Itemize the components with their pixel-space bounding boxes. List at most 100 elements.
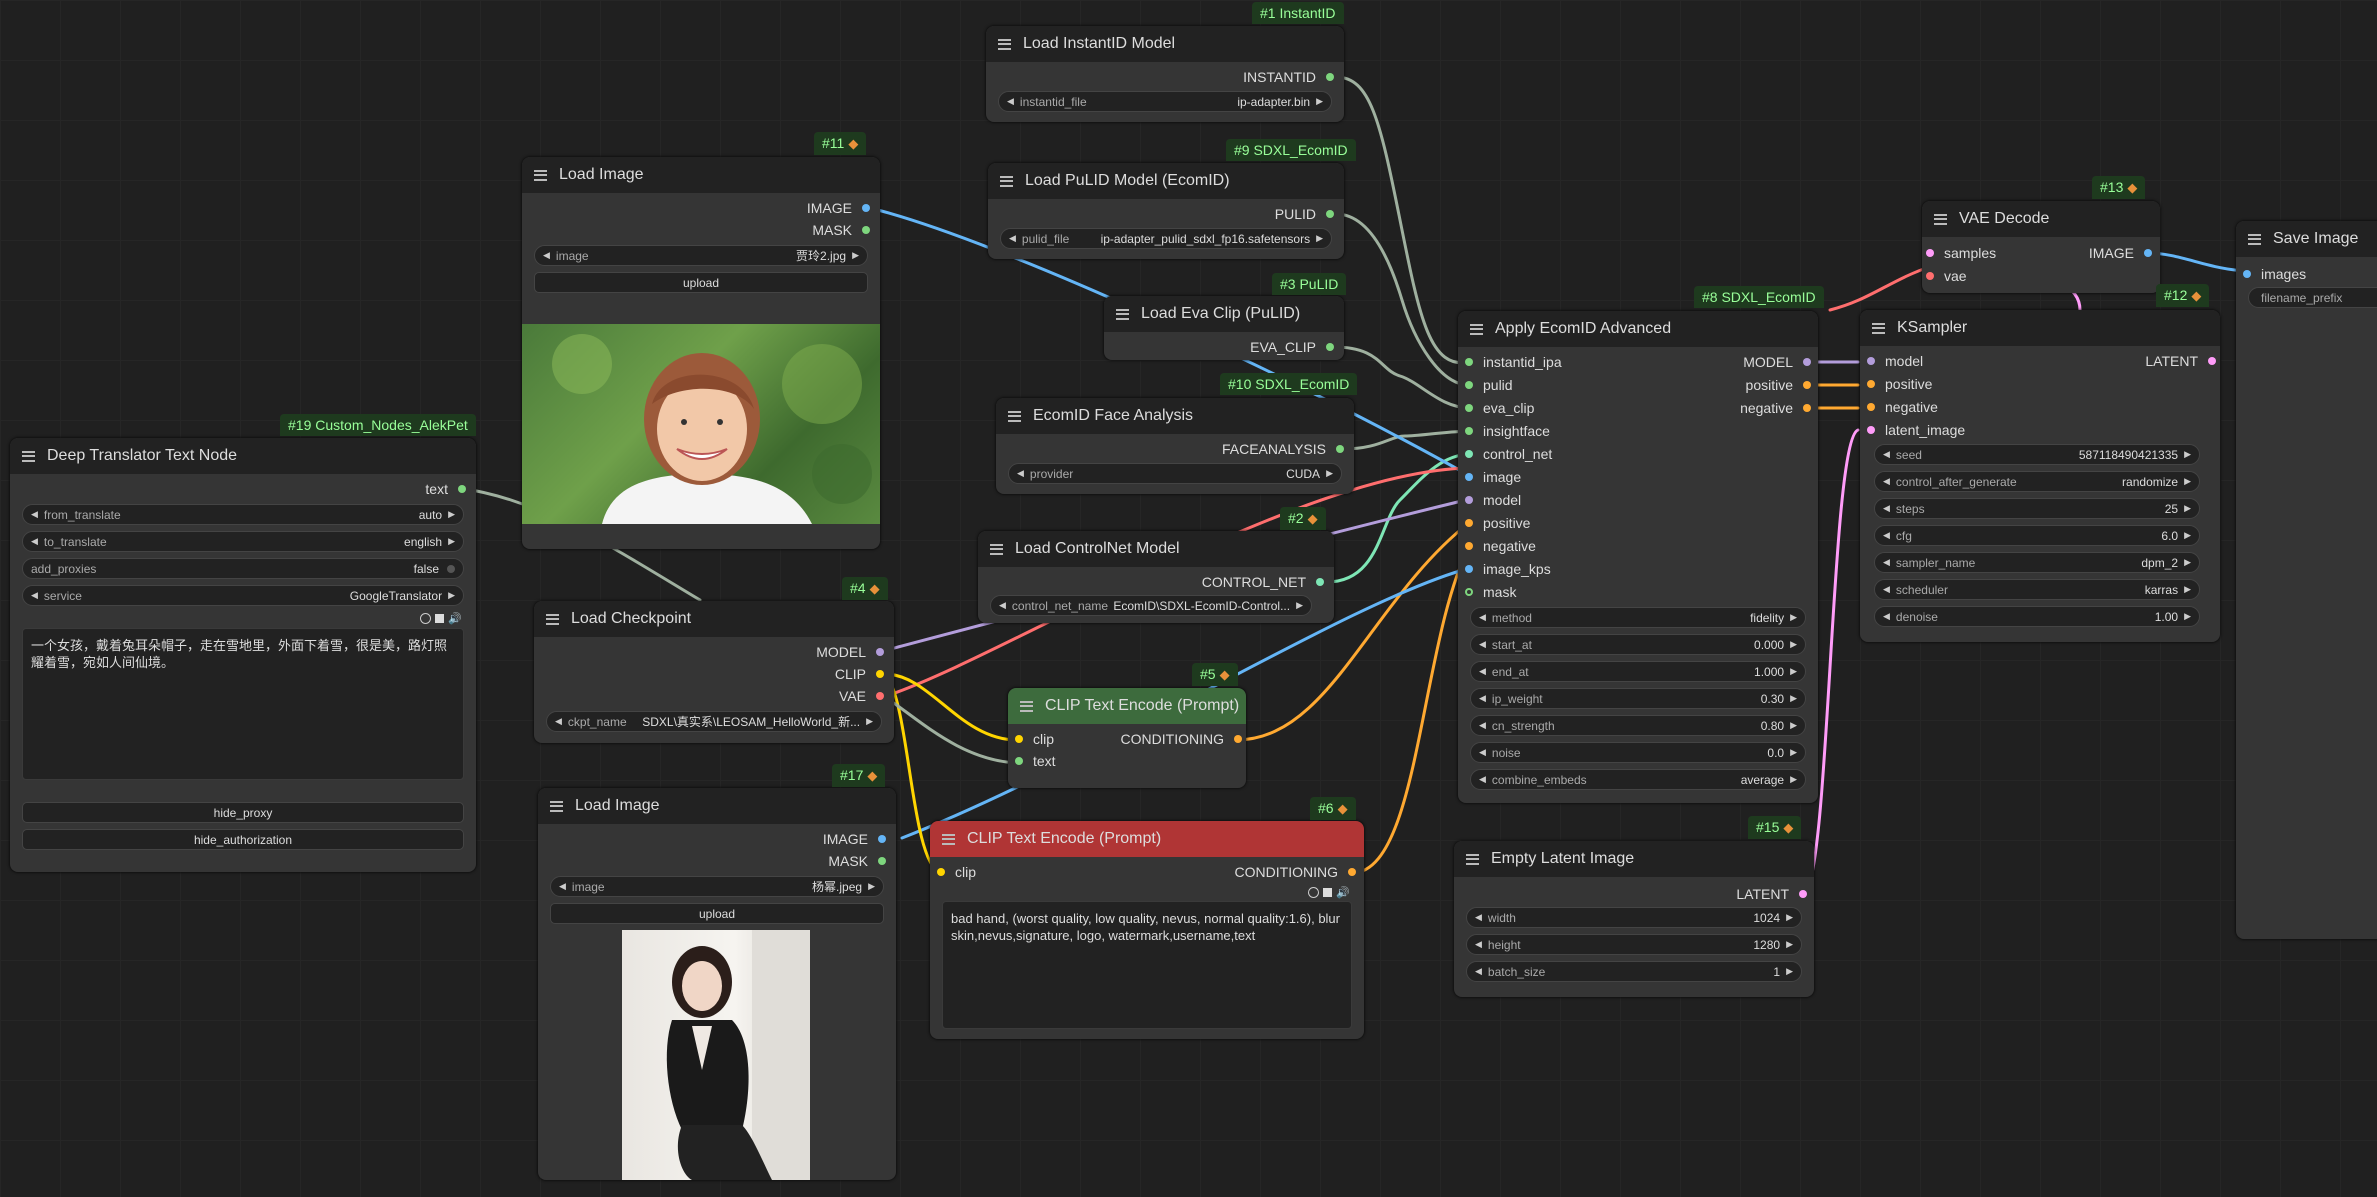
slot-dot[interactable]	[1316, 578, 1324, 586]
arrow-left-icon[interactable]: ◀	[1009, 233, 1016, 244]
menu-icon[interactable]	[22, 450, 35, 462]
node-deep-translator[interactable]: Deep Translator Text Node text ◀ from_tra…	[10, 438, 476, 872]
widget-combine-embeds[interactable]: ◀ combine_embeds average ▶	[1470, 769, 1806, 790]
slot-dot[interactable]	[1803, 404, 1811, 412]
hide-proxy-button[interactable]: hide_proxy	[22, 802, 464, 823]
arrow-left-icon[interactable]: ◀	[1479, 639, 1486, 650]
widget-seed[interactable]: ◀ seed 587118490421335 ▶	[1874, 444, 2200, 465]
arrow-right-icon[interactable]: ▶	[448, 509, 455, 520]
arrow-left-icon[interactable]: ◀	[1475, 912, 1482, 923]
arrow-left-icon[interactable]: ◀	[1017, 468, 1024, 479]
widget-pulid-file[interactable]: ◀ pulid_file ip-adapter_pulid_sdxl_fp16.sa…	[1000, 228, 1332, 249]
menu-icon[interactable]	[998, 38, 1011, 50]
menu-icon[interactable]	[550, 800, 563, 812]
arrow-right-icon[interactable]: ▶	[1316, 233, 1323, 244]
arrow-right-icon[interactable]: ▶	[448, 590, 455, 601]
arrow-left-icon[interactable]: ◀	[1883, 557, 1890, 568]
input-slot-pulid[interactable]: pulid	[1465, 374, 1513, 396]
arrow-right-icon[interactable]: ▶	[852, 250, 859, 261]
menu-icon[interactable]	[1872, 322, 1885, 334]
menu-icon[interactable]	[1020, 700, 1033, 712]
output-slot-text[interactable]: text	[425, 478, 466, 500]
arrow-left-icon[interactable]: ◀	[1479, 747, 1486, 758]
input-slot-control-net[interactable]: control_net	[1465, 443, 1552, 465]
widget-image[interactable]: ◀ image 杨幂.jpeg ▶	[550, 876, 884, 897]
slot-dot[interactable]	[1465, 588, 1473, 596]
input-slot-positive[interactable]: positive	[1867, 373, 1932, 395]
widget-control-after-generate[interactable]: ◀ control_after_generate randomize ▶	[1874, 471, 2200, 492]
widget-filename-prefix[interactable]: filename_prefix	[2248, 287, 2377, 308]
arrow-left-icon[interactable]: ◀	[559, 881, 566, 892]
arrow-right-icon[interactable]: ▶	[2184, 611, 2191, 622]
speaker-icon[interactable]: 🔊	[1336, 886, 1350, 899]
arrow-right-icon[interactable]: ▶	[2184, 530, 2191, 541]
slot-dot[interactable]	[1465, 542, 1473, 550]
upload-button[interactable]: upload	[534, 272, 868, 293]
input-slot-latent-image[interactable]: latent_image	[1867, 419, 1965, 441]
node-header[interactable]: EcomID Face Analysis	[996, 398, 1354, 434]
node-apply-ecomid-advanced[interactable]: Apply EcomID Advanced instantid_ipa puli…	[1458, 311, 1818, 803]
node-header[interactable]: KSampler	[1860, 310, 2220, 346]
output-slot-mask[interactable]: MASK	[812, 219, 870, 241]
widget-width[interactable]: ◀ width 1024 ▶	[1466, 907, 1802, 928]
arrow-right-icon[interactable]: ▶	[1326, 468, 1333, 479]
arrow-right-icon[interactable]: ▶	[1786, 966, 1793, 977]
slot-dot[interactable]	[937, 868, 945, 876]
node-header[interactable]: CLIP Text Encode (Prompt)	[930, 821, 1364, 857]
slot-dot[interactable]	[1465, 381, 1473, 389]
output-slot-image[interactable]: IMAGE	[2089, 242, 2152, 264]
output-slot[interactable]: INSTANTID	[1243, 66, 1334, 88]
widget-ckpt-name[interactable]: ◀ ckpt_name SDXL\真实系\LEOSAM_HelloWorld_新..…	[546, 711, 882, 732]
widget-steps[interactable]: ◀ steps 25 ▶	[1874, 498, 2200, 519]
slot-dot[interactable]	[1326, 343, 1334, 351]
widget-ip-weight[interactable]: ◀ ip_weight 0.30 ▶	[1470, 688, 1806, 709]
slot-dot[interactable]	[2144, 249, 2152, 257]
input-slot-mask[interactable]: mask	[1465, 581, 1516, 603]
arrow-left-icon[interactable]: ◀	[31, 536, 38, 547]
menu-icon[interactable]	[534, 169, 547, 181]
slot-dot[interactable]	[1465, 496, 1473, 504]
slot-dot[interactable]	[2208, 357, 2216, 365]
slot-dot[interactable]	[1465, 450, 1473, 458]
arrow-left-icon[interactable]: ◀	[999, 600, 1006, 611]
node-load-eva-clip[interactable]: Load Eva Clip (PuLID) EVA_CLIP	[1104, 296, 1344, 360]
checkbox-icon[interactable]	[1323, 888, 1333, 897]
widget-control-net-name[interactable]: ◀ control_net_name EcomID\SDXL-EcomID-Cont…	[990, 595, 1312, 616]
widget-to-translate[interactable]: ◀ to_translate english ▶	[22, 531, 464, 552]
arrow-left-icon[interactable]: ◀	[1479, 693, 1486, 704]
menu-icon[interactable]	[1000, 175, 1013, 187]
node-clip-text-encode-negative[interactable]: CLIP Text Encode (Prompt) clip CONDITION…	[930, 821, 1364, 1039]
widget-instantid-file[interactable]: ◀ instantid_file ip-adapter.bin ▶	[998, 91, 1332, 112]
arrow-left-icon[interactable]: ◀	[1883, 503, 1890, 514]
widget-start-at[interactable]: ◀ start_at 0.000 ▶	[1470, 634, 1806, 655]
node-empty-latent-image[interactable]: Empty Latent Image LATENT ◀ width 1024 ▶ ◀ h…	[1454, 841, 1814, 997]
slot-dot[interactable]	[1465, 404, 1473, 412]
prompt-textarea[interactable]: bad hand, (worst quality, low quality, n…	[942, 901, 1352, 1029]
widget-cfg[interactable]: ◀ cfg 6.0 ▶	[1874, 525, 2200, 546]
hide-authorization-button[interactable]: hide_authorization	[22, 829, 464, 850]
arrow-left-icon[interactable]: ◀	[1475, 939, 1482, 950]
output-slot-negative[interactable]: negative	[1740, 397, 1811, 419]
arrow-right-icon[interactable]: ▶	[2184, 503, 2191, 514]
node-header[interactable]: Deep Translator Text Node	[10, 438, 476, 474]
arrow-right-icon[interactable]: ▶	[448, 536, 455, 547]
node-save-image[interactable]: Save Image images filename_prefix	[2236, 221, 2377, 939]
output-slot-model[interactable]: MODEL	[1743, 351, 1811, 373]
slot-dot[interactable]	[1803, 358, 1811, 366]
widget-end-at[interactable]: ◀ end_at 1.000 ▶	[1470, 661, 1806, 682]
arrow-left-icon[interactable]: ◀	[1479, 720, 1486, 731]
widget-batch-size[interactable]: ◀ batch_size 1 ▶	[1466, 961, 1802, 982]
input-slot-images[interactable]: images	[2243, 263, 2306, 285]
widget-noise[interactable]: ◀ noise 0.0 ▶	[1470, 742, 1806, 763]
input-slot-clip[interactable]: clip	[937, 861, 976, 883]
slot-dot[interactable]	[1015, 757, 1023, 765]
arrow-left-icon[interactable]: ◀	[1883, 449, 1890, 460]
output-slot-clip[interactable]: CLIP	[835, 663, 884, 685]
node-header[interactable]: Load Eva Clip (PuLID)	[1104, 296, 1344, 332]
slot-dot[interactable]	[1326, 73, 1334, 81]
checkbox-icon[interactable]	[435, 614, 445, 623]
arrow-right-icon[interactable]: ▶	[1790, 612, 1797, 623]
arrow-right-icon[interactable]: ▶	[868, 881, 875, 892]
input-slot-negative[interactable]: negative	[1465, 535, 1536, 557]
input-slot-model[interactable]: model	[1465, 489, 1521, 511]
